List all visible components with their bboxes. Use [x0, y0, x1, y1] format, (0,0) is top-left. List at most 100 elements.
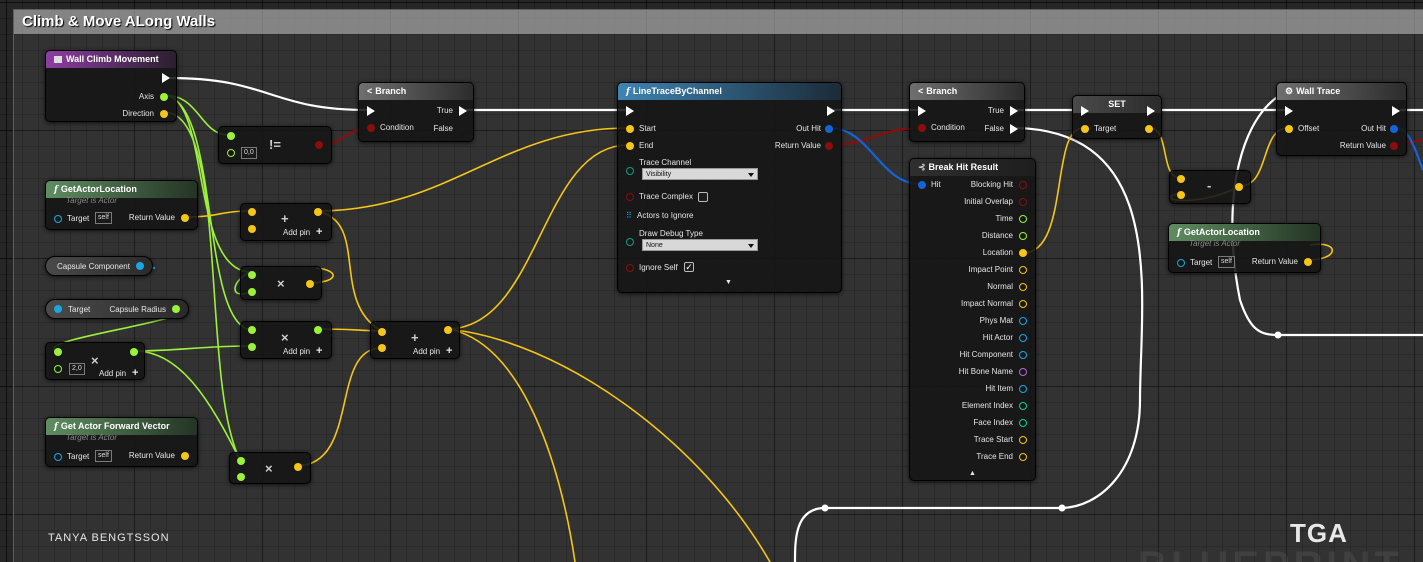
add-pin-button[interactable]: Add pin: [283, 347, 310, 356]
return-value-pin[interactable]: [181, 214, 189, 222]
node-get-actor-location[interactable]: f GetActorLocation Target is Actor Target…: [45, 180, 198, 230]
exec-out-pin[interactable]: [1392, 106, 1400, 116]
value-out-pin[interactable]: [1145, 125, 1153, 133]
node-capsule-radius[interactable]: Target Capsule Radius: [45, 299, 189, 319]
output-pin[interactable]: [1019, 368, 1027, 376]
vector-in-pin[interactable]: [248, 208, 256, 216]
exec-out-pin[interactable]: [827, 106, 835, 116]
exec-false-pin[interactable]: [1010, 124, 1018, 134]
draw-debug-type-pin[interactable]: [626, 238, 634, 246]
output-pin[interactable]: [1019, 334, 1027, 342]
output-pin[interactable]: [1019, 317, 1027, 325]
output-pin[interactable]: [1019, 385, 1027, 393]
collapse-arrow-icon[interactable]: ▲: [969, 470, 976, 477]
node-wall-climb-movement[interactable]: Wall Climb Movement Axis Direction: [45, 50, 177, 122]
trace-channel-pin[interactable]: [626, 167, 634, 175]
exec-true-pin[interactable]: [459, 106, 467, 116]
bool-out-pin[interactable]: [315, 141, 323, 149]
self-box[interactable]: self: [95, 212, 112, 224]
output-pin[interactable]: [1019, 283, 1027, 291]
target-pin[interactable]: [1081, 125, 1089, 133]
blueprint-graph-canvas[interactable]: BLUEPRINT Climb & Move ALong Walls: [0, 0, 1423, 562]
output-pin[interactable]: [1019, 266, 1027, 274]
node-add-vector-2[interactable]: + Add pin +: [370, 321, 460, 359]
exec-false-pin[interactable]: [459, 124, 467, 134]
vector-in-pin[interactable]: [248, 225, 256, 233]
node-capsule-component[interactable]: Capsule Component: [45, 256, 153, 276]
target-pin[interactable]: [54, 453, 62, 461]
exec-in-pin[interactable]: [918, 106, 926, 116]
offset-pin[interactable]: [1285, 125, 1293, 133]
float-in-pin[interactable]: [54, 348, 62, 356]
return-value-pin[interactable]: [1390, 142, 1398, 150]
ignore-self-pin[interactable]: [626, 264, 634, 272]
vector-out-pin[interactable]: [294, 463, 302, 471]
return-value-pin[interactable]: [825, 142, 833, 150]
exec-in-pin[interactable]: [1285, 106, 1293, 116]
plus-icon[interactable]: +: [316, 226, 322, 238]
out-hit-pin[interactable]: [1390, 125, 1398, 133]
exec-out-pin[interactable]: [1147, 106, 1155, 116]
object-out-pin[interactable]: [136, 262, 144, 270]
vector-out-pin[interactable]: [444, 326, 452, 334]
vector-out-pin[interactable]: [306, 280, 314, 288]
node-multiply-vector-addpin[interactable]: × Add pin +: [240, 321, 332, 359]
output-pin[interactable]: [1019, 453, 1027, 461]
node-header[interactable]: < Branch: [910, 83, 1024, 100]
vector-out-pin[interactable]: [1235, 183, 1243, 191]
node-wall-trace[interactable]: ⚙ Wall Trace Offset Out Hit Return Value: [1276, 82, 1407, 156]
output-pin[interactable]: [1019, 436, 1027, 444]
vector-in-pin[interactable]: [378, 328, 386, 336]
node-add-vector[interactable]: + Add pin +: [240, 203, 332, 241]
float-in-pin[interactable]: [248, 343, 256, 351]
condition-pin[interactable]: [918, 124, 926, 132]
trace-complex-pin[interactable]: [626, 193, 634, 201]
array-icon[interactable]: ⠿: [626, 211, 632, 220]
float-in-pin[interactable]: [54, 365, 62, 373]
target-pin[interactable]: [54, 305, 62, 313]
output-pin[interactable]: [1019, 215, 1027, 223]
return-value-pin[interactable]: [1304, 258, 1312, 266]
float-in-pin[interactable]: [227, 149, 235, 157]
node-multiply-vector[interactable]: ×: [240, 266, 322, 300]
plus-icon[interactable]: +: [316, 345, 322, 357]
output-pin[interactable]: [1019, 249, 1027, 257]
vector-in-pin[interactable]: [1177, 175, 1185, 183]
add-pin-button[interactable]: Add pin: [99, 369, 126, 378]
vector-in-pin[interactable]: [378, 344, 386, 352]
default-value-box[interactable]: 2,0: [69, 363, 85, 375]
self-box[interactable]: self: [95, 450, 112, 462]
node-get-actor-forward-vector[interactable]: f Get Actor Forward Vector Target is Acto…: [45, 417, 198, 467]
float-in-pin[interactable]: [248, 326, 256, 334]
default-value-box[interactable]: 0,0: [241, 147, 257, 159]
expand-arrow-icon[interactable]: ▼: [725, 279, 732, 286]
node-header[interactable]: ⚙ Wall Trace: [1277, 83, 1406, 100]
output-pin[interactable]: [1019, 300, 1027, 308]
float-in-pin[interactable]: [237, 473, 245, 481]
node-branch[interactable]: < Branch True Condition False: [358, 82, 474, 142]
exec-in-pin[interactable]: [626, 106, 634, 116]
output-pin[interactable]: [1019, 351, 1027, 359]
float-out-pin[interactable]: [314, 326, 322, 334]
output-pin[interactable]: [1019, 402, 1027, 410]
node-subtract[interactable]: -: [1169, 170, 1251, 204]
output-pin[interactable]: [1019, 232, 1027, 240]
self-box[interactable]: self: [1218, 256, 1235, 268]
condition-pin[interactable]: [367, 124, 375, 132]
plus-icon[interactable]: +: [132, 367, 138, 379]
float-in-pin[interactable]: [227, 132, 235, 140]
exec-true-pin[interactable]: [1010, 106, 1018, 116]
hit-in-pin[interactable]: [918, 181, 926, 189]
node-get-actor-location-2[interactable]: f GetActorLocation Target is Actor Target…: [1168, 223, 1321, 273]
target-pin[interactable]: [1177, 259, 1185, 267]
out-hit-pin[interactable]: [825, 125, 833, 133]
direction-pin[interactable]: [160, 110, 168, 118]
node-branch-2[interactable]: < Branch True Condition False: [909, 82, 1025, 142]
output-pin[interactable]: [1019, 181, 1027, 189]
vector-in-pin[interactable]: [1177, 191, 1185, 199]
node-header[interactable]: f LineTraceByChannel: [618, 83, 841, 100]
node-header[interactable]: ⊰ Break Hit Result: [910, 159, 1035, 176]
exec-out-pin[interactable]: [162, 73, 170, 83]
float-in-pin[interactable]: [237, 457, 245, 465]
exec-in-pin[interactable]: [367, 106, 375, 116]
